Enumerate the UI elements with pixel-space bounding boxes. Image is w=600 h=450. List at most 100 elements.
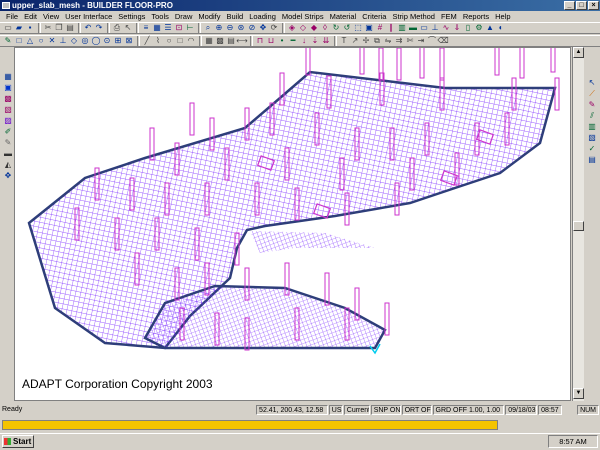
tendon-tool-icon[interactable]: ⟋	[587, 89, 597, 99]
menu-loading[interactable]: Loading	[249, 12, 276, 21]
snap-endpoint-icon[interactable]: □	[14, 36, 24, 46]
print-icon[interactable]: ⎙	[112, 23, 122, 33]
pen-icon[interactable]: ✎	[3, 138, 13, 148]
zoom-window-icon[interactable]: ⌕	[203, 23, 213, 33]
line-support-icon[interactable]: ━	[288, 36, 298, 46]
snap-perpendicular-icon[interactable]: ⊥	[58, 36, 68, 46]
app-icon[interactable]	[2, 2, 10, 9]
point-load-icon[interactable]: ↓	[299, 36, 309, 46]
snap-none-icon[interactable]: ⊠	[124, 36, 134, 46]
check-icon[interactable]: ✓	[587, 144, 597, 154]
rectangle-icon[interactable]: □	[175, 36, 185, 46]
leader-icon[interactable]: ↗	[350, 36, 360, 46]
menu-edit[interactable]: Edit	[24, 12, 37, 21]
select-icon[interactable]: ⊡	[174, 23, 184, 33]
text-icon[interactable]: T	[339, 36, 349, 46]
menu-tools[interactable]: Tools	[151, 12, 169, 21]
opening-icon[interactable]: ⊔	[266, 36, 276, 46]
pan-icon[interactable]: ✥	[258, 23, 268, 33]
layers-panel-icon[interactable]: ▬	[3, 149, 13, 159]
zoom-in-icon[interactable]: ⊕	[214, 23, 224, 33]
mesh-refine-icon[interactable]: ▧	[3, 105, 13, 115]
erase-icon[interactable]: ⌫	[437, 36, 448, 46]
status-units[interactable]: US	[328, 405, 343, 415]
zoom-out-icon[interactable]: ⊖	[225, 23, 235, 33]
columns-icon[interactable]: ∥	[386, 23, 396, 33]
pointer-icon[interactable]: ↖	[587, 78, 597, 88]
redraw-icon[interactable]: ⟳	[269, 23, 279, 33]
menu-material[interactable]: Material	[330, 12, 357, 21]
menu-strip-method[interactable]: Strip Method	[392, 12, 435, 21]
grid-fine-icon[interactable]: ▩	[215, 36, 225, 46]
snap-node-icon[interactable]: ⊙	[102, 36, 112, 46]
pencil-icon[interactable]: ✎	[3, 36, 13, 46]
layers-icon[interactable]: ≡	[141, 23, 151, 33]
contour-icon[interactable]: ◐	[496, 23, 506, 33]
strip-tool-icon[interactable]: ▥	[587, 122, 597, 132]
line-load-icon[interactable]: ⇣	[310, 36, 320, 46]
tendon-icon[interactable]: ∿	[441, 23, 451, 33]
vertical-scrollbar[interactable]: ▲ ▼	[572, 47, 584, 401]
load-icon[interactable]: ⇓	[452, 23, 462, 33]
status-plane[interactable]: Current	[343, 405, 370, 415]
brush-icon[interactable]: ✐	[3, 127, 13, 137]
measure-icon[interactable]: ⊢	[185, 23, 195, 33]
scroll-down-arrow-icon[interactable]: ▼	[573, 388, 584, 399]
properties-icon[interactable]: ▦	[152, 23, 162, 33]
open-folder-icon[interactable]: ▰	[14, 23, 24, 33]
report-icon[interactable]: ▤	[587, 155, 597, 165]
help-pointer-icon[interactable]: ↖	[123, 23, 133, 33]
grid-view-icon[interactable]: ▦	[3, 72, 13, 82]
view-top-icon[interactable]: ◇	[298, 23, 308, 33]
support-icon[interactable]: ⊥	[430, 23, 440, 33]
mesh-icon[interactable]: #	[375, 23, 385, 33]
undo-icon[interactable]: ↶	[83, 23, 93, 33]
snap-tangent-icon[interactable]: ◯	[91, 36, 101, 46]
snap-midpoint-icon[interactable]: △	[25, 36, 35, 46]
menu-reports[interactable]: Reports	[463, 12, 489, 21]
menu-file[interactable]: File	[6, 12, 18, 21]
view-front-icon[interactable]: ◆	[309, 23, 319, 33]
wireframe-icon[interactable]: ⬚	[353, 23, 363, 33]
area-load-icon[interactable]: ⇊	[321, 36, 331, 46]
dimension-icon[interactable]: ⟷	[236, 36, 247, 46]
move-icon[interactable]: ✢	[361, 36, 371, 46]
status-ortho[interactable]: ORT OFF	[401, 405, 432, 415]
close-button[interactable]: ×	[588, 1, 599, 10]
paste-icon[interactable]: ▤	[65, 23, 75, 33]
menu-settings[interactable]: Settings	[118, 12, 145, 21]
slab-icon[interactable]: ▭	[419, 23, 429, 33]
mesh-generate-icon[interactable]: ▩	[3, 94, 13, 104]
menu-modify[interactable]: Modify	[198, 12, 220, 21]
cut-icon[interactable]: ✂	[43, 23, 53, 33]
trim-icon[interactable]: ✄	[405, 36, 415, 46]
walls-icon[interactable]: ▥	[397, 23, 407, 33]
menu-model-strips[interactable]: Model Strips	[282, 12, 324, 21]
drop-cap-icon[interactable]: ⊓	[255, 36, 265, 46]
copy-object-icon[interactable]: ⧉	[372, 36, 382, 46]
menu-build[interactable]: Build	[227, 12, 244, 21]
menu-criteria[interactable]: Criteria	[362, 12, 386, 21]
results-icon[interactable]: ▲	[485, 23, 495, 33]
offset-icon[interactable]: ⇉	[394, 36, 404, 46]
new-file-icon[interactable]: ▭	[3, 23, 13, 33]
menu-user-interface[interactable]: User Interface	[65, 12, 112, 21]
snap-insert-icon[interactable]: ⊞	[113, 36, 123, 46]
rebar-icon[interactable]: ⫽	[587, 111, 597, 121]
snap-intersection-icon[interactable]: ✕	[47, 36, 57, 46]
frame-icon[interactable]: ▣	[3, 83, 13, 93]
menu-view[interactable]: View	[43, 12, 59, 21]
line-icon[interactable]: ╱	[142, 36, 152, 46]
rotate-icon[interactable]: ↻	[331, 23, 341, 33]
design-section-icon[interactable]: ▧	[587, 133, 597, 143]
orbit-icon[interactable]: ↺	[342, 23, 352, 33]
scroll-up-arrow-icon[interactable]: ▲	[573, 47, 584, 58]
analyze-icon[interactable]: ⚙	[474, 23, 484, 33]
zoom-previous-icon[interactable]: ⊘	[247, 23, 257, 33]
save-icon[interactable]: ▪	[25, 23, 35, 33]
view-3d-icon[interactable]: ◈	[287, 23, 297, 33]
zoom-extents-icon[interactable]: ⊛	[236, 23, 246, 33]
polyline-icon[interactable]: ⌇	[153, 36, 163, 46]
snap-nearest-icon[interactable]: ◇	[69, 36, 79, 46]
view-side-icon[interactable]: ◊	[320, 23, 330, 33]
